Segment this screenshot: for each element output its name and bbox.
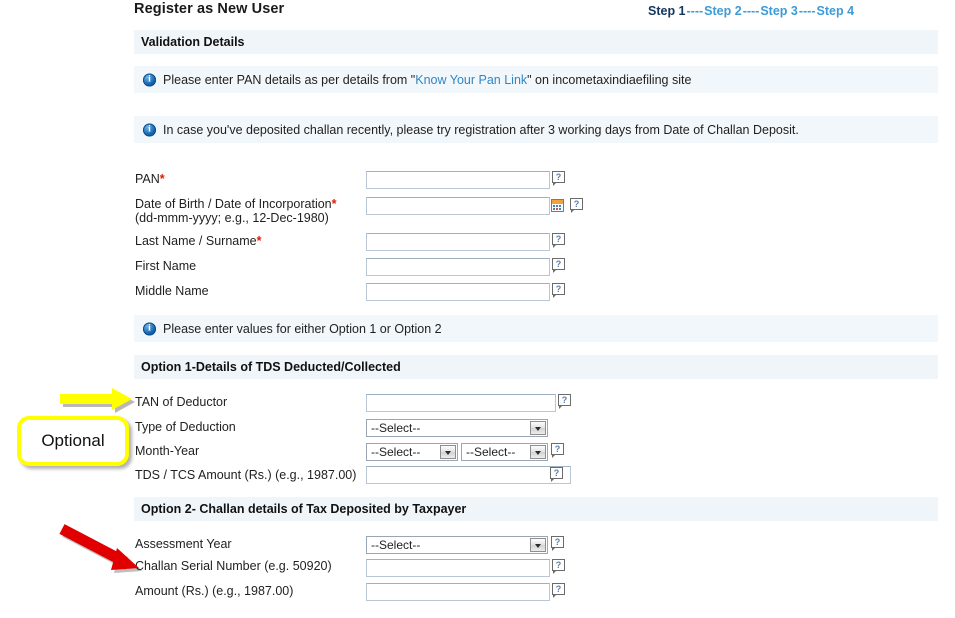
last-name-input[interactable] (366, 233, 550, 251)
register-new-user-page: Register as New User Step 1----Step 2---… (0, 0, 955, 618)
tan-of-deductor-input[interactable] (366, 394, 556, 412)
middle-name-input[interactable] (366, 283, 550, 301)
label-dob-hint: (dd-mmm-yyyy; e.g., 12-Dec-1980) (135, 211, 329, 225)
label-assessment-year: Assessment Year (135, 537, 232, 551)
challan-serial-number-input[interactable] (366, 559, 550, 577)
help-icon-tds-amount[interactable] (550, 467, 563, 483)
step-separator-2: ---- (742, 4, 760, 18)
label-tds-tcs-amount: TDS / TCS Amount (Rs.) (e.g., 1987.00) (135, 468, 357, 482)
label-first-name: First Name (135, 259, 197, 273)
label-amount: Amount (Rs.) (e.g., 1987.00) (135, 584, 294, 598)
step-3[interactable]: Step 3 (760, 4, 798, 18)
notice-pan-details: Please enter PAN details as per details … (134, 66, 938, 93)
info-icon (143, 321, 156, 335)
notice-pan-text: Please enter PAN details as per details … (163, 73, 691, 87)
assessment-year-select[interactable]: --Select-- (366, 536, 548, 554)
calendar-icon[interactable] (551, 199, 564, 212)
type-of-deduction-value: --Select-- (371, 421, 421, 435)
assessment-year-value: --Select-- (371, 538, 421, 552)
help-icon-assessment-year[interactable] (551, 536, 564, 552)
label-type-of-deduction: Type of Deduction (135, 420, 236, 434)
info-icon (143, 72, 156, 86)
section-header-validation-details: Validation Details (134, 30, 938, 54)
required-asterisk: * (256, 234, 262, 248)
pan-input[interactable] (366, 171, 550, 189)
optional-callout-text: Optional (41, 431, 105, 450)
section-header-option-1: Option 1-Details of TDS Deducted/Collect… (134, 355, 938, 379)
year-value: --Select-- (466, 445, 516, 459)
label-middle-name: Middle Name (135, 284, 209, 298)
help-icon-month-year[interactable] (551, 443, 564, 459)
label-dob-text: Date of Birth / Date of Incorporation (135, 197, 332, 211)
notice-options-text: Please enter values for either Option 1 … (163, 321, 442, 336)
notice-challan-text: In case you've deposited challan recentl… (163, 122, 799, 137)
step-indicator: Step 1----Step 2----Step 3----Step 4 (648, 4, 854, 18)
label-month-year: Month-Year (135, 444, 200, 458)
required-asterisk: * (159, 172, 165, 186)
info-icon (143, 122, 156, 136)
year-select[interactable]: --Select-- (461, 443, 548, 461)
label-tan-of-deductor: TAN of Deductor (135, 395, 228, 409)
label-date-of-birth: Date of Birth / Date of Incorporation* (d… (135, 197, 337, 225)
step-2[interactable]: Step 2 (704, 4, 742, 18)
help-icon-challan-serial[interactable] (552, 559, 565, 575)
notice-challan-deposit: In case you've deposited challan recentl… (134, 116, 938, 143)
chevron-down-icon[interactable] (530, 421, 546, 435)
label-challan-serial-number: Challan Serial Number (e.g. 50920) (135, 559, 332, 573)
notice-pan-pre: Please enter PAN details as per details … (163, 72, 416, 87)
step-4[interactable]: Step 4 (817, 4, 855, 18)
know-your-pan-link[interactable]: Know Your Pan Link (415, 73, 527, 87)
notice-pan-post: " on incometaxindiaefiling site (527, 72, 692, 87)
step-separator-1: ---- (686, 4, 704, 18)
step-separator-3: ---- (798, 4, 816, 18)
page-title: Register as New User (134, 1, 285, 17)
help-icon-middle-name[interactable] (552, 283, 565, 299)
help-icon-tan[interactable] (558, 394, 571, 410)
label-pan: PAN* (135, 172, 165, 186)
type-of-deduction-select[interactable]: --Select-- (366, 419, 548, 437)
label-last-name-text: Last Name / Surname (135, 234, 257, 248)
label-pan-text: PAN (135, 172, 160, 186)
section-header-option-2: Option 2- Challan details of Tax Deposit… (134, 497, 938, 521)
notice-options: Please enter values for either Option 1 … (134, 315, 938, 342)
help-icon-pan[interactable] (552, 171, 565, 187)
help-icon-date-of-birth[interactable] (570, 198, 583, 214)
section-title-validation-details: Validation Details (141, 35, 245, 49)
amount-input[interactable] (366, 583, 550, 601)
section-title-option-1: Option 1-Details of TDS Deducted/Collect… (141, 360, 401, 374)
chevron-down-icon[interactable] (440, 445, 456, 459)
month-select[interactable]: --Select-- (366, 443, 458, 461)
required-asterisk: * (331, 197, 337, 211)
help-icon-first-name[interactable] (552, 258, 565, 274)
yellow-arrow-annotation (60, 388, 135, 413)
section-title-option-2: Option 2- Challan details of Tax Deposit… (141, 502, 467, 516)
chevron-down-icon[interactable] (530, 445, 546, 459)
help-icon-amount[interactable] (552, 583, 565, 599)
tds-tcs-amount-input[interactable] (366, 466, 571, 484)
label-last-name: Last Name / Surname* (135, 234, 261, 248)
help-icon-last-name[interactable] (552, 233, 565, 249)
optional-callout-box: Optional (17, 416, 129, 466)
chevron-down-icon[interactable] (530, 538, 546, 552)
date-of-birth-input[interactable] (366, 197, 550, 215)
first-name-input[interactable] (366, 258, 550, 276)
month-value: --Select-- (371, 445, 421, 459)
step-1[interactable]: Step 1 (648, 4, 686, 18)
